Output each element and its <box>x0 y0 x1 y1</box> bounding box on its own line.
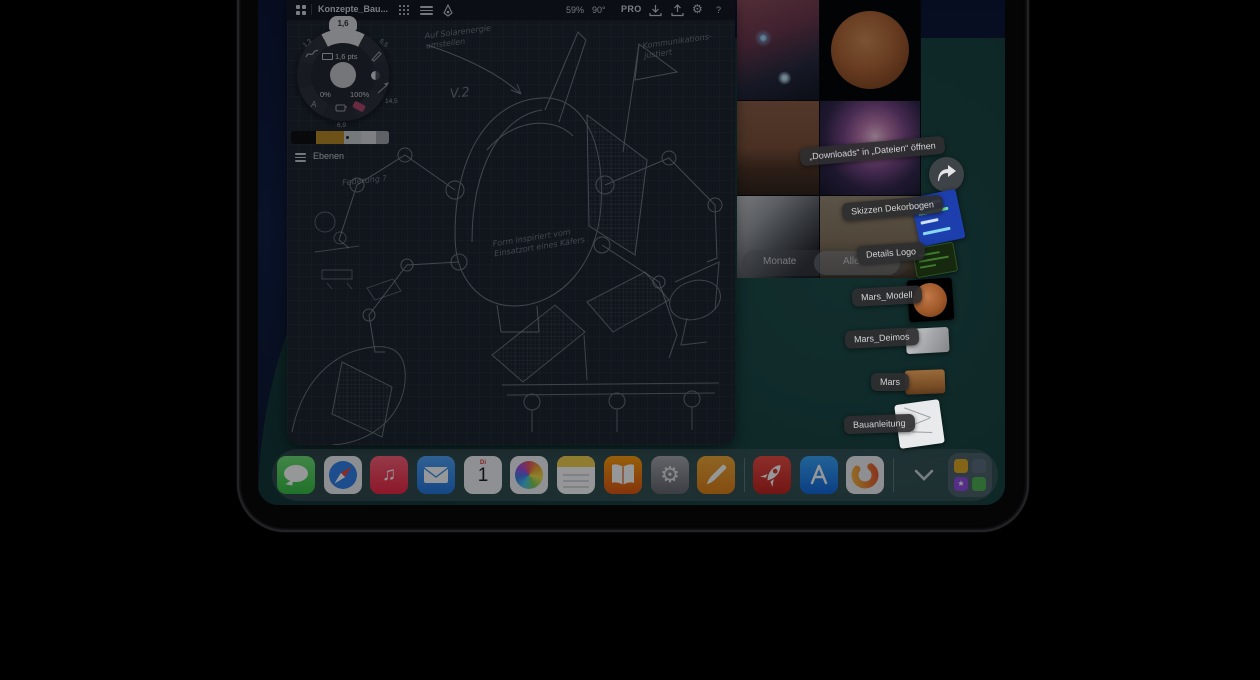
drag-share-badge <box>929 157 964 192</box>
label-mars[interactable]: Mars <box>871 373 909 391</box>
open-downloads-hint: „Downloads“ in „Dateien“ öffnen <box>799 136 945 167</box>
label-bauanleitung[interactable]: Bauanleitung <box>844 414 915 434</box>
label-mars-modell[interactable]: Mars_Modell <box>852 285 922 307</box>
thumb-mars[interactable] <box>905 369 946 394</box>
forward-arrow-icon <box>929 157 964 192</box>
drag-drop-layer: „Downloads“ in „Dateien“ öffnen Skizzen … <box>258 0 1005 505</box>
ipad-screen: Monate Alle <box>258 0 1005 505</box>
label-mars-deimos[interactable]: Mars_Deimos <box>845 327 919 349</box>
